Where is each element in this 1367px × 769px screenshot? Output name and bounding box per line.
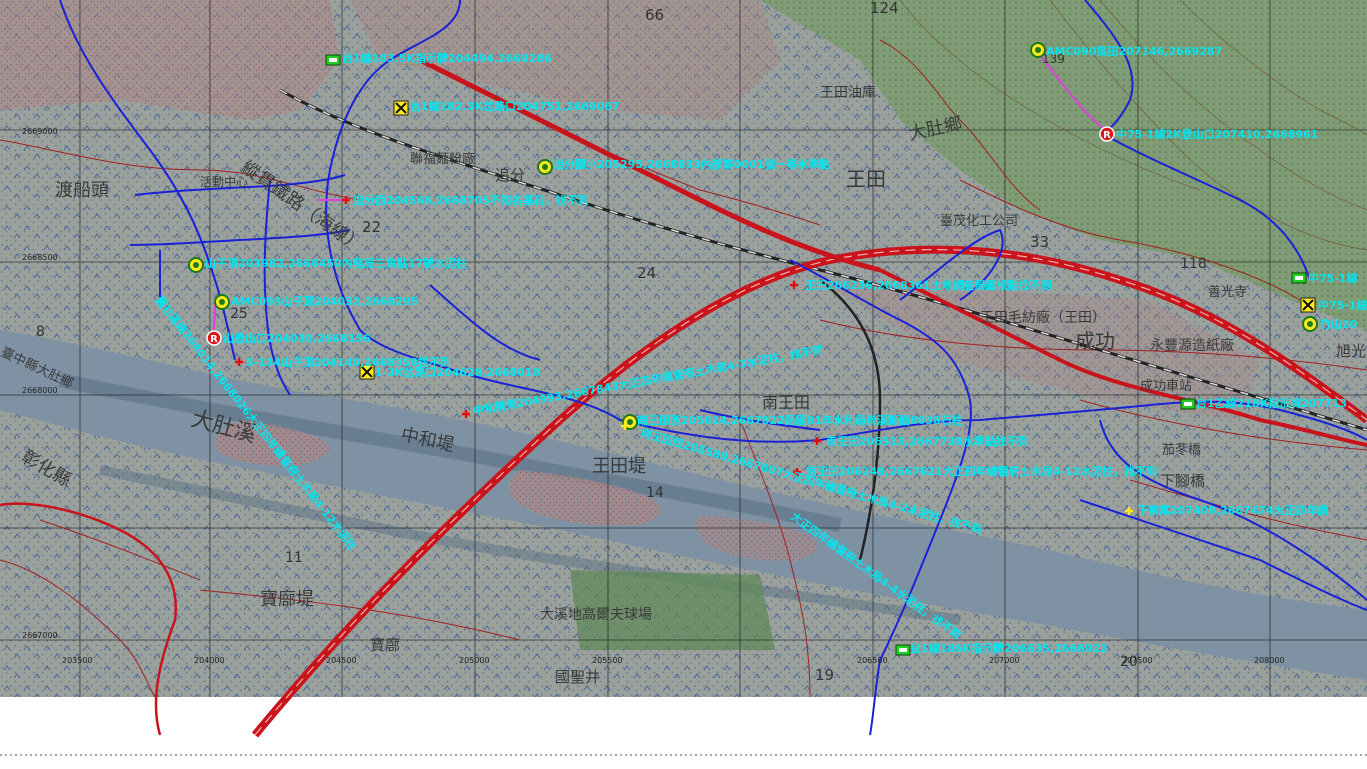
mm-sign-icon[interactable] bbox=[1180, 398, 1196, 410]
waypoint-label[interactable]: 台1線186K指示牌206635,2666922 bbox=[910, 641, 1108, 655]
contour-number: 124 bbox=[870, 0, 899, 17]
place-name: 王田油庫 bbox=[820, 84, 876, 101]
place-name: 茄苳橋 bbox=[1162, 443, 1201, 458]
gps-target-icon[interactable] bbox=[537, 159, 553, 175]
waypoint-label[interactable]: 中75-1線 bbox=[1308, 271, 1358, 285]
place-name: 渡船頭 bbox=[55, 180, 109, 201]
waypoint-label[interactable]: 追分國小205295,2668833內部第0001號一等水準點 bbox=[553, 157, 830, 171]
place-name: 聯福麵粉廠 bbox=[410, 151, 475, 167]
r-circle-icon[interactable]: R bbox=[206, 330, 222, 346]
waypoint-label[interactable]: 1-3K岔路口204628,2668018 bbox=[375, 365, 540, 379]
waypoint-label[interactable]: 下寮寓207409,2667474大正四年總 bbox=[1137, 503, 1329, 517]
svg-text:R: R bbox=[210, 334, 218, 345]
place-name: 成功車站 bbox=[1140, 379, 1192, 394]
place-name: 追分 bbox=[495, 166, 525, 184]
x-junction-icon[interactable] bbox=[393, 100, 409, 116]
place-name: 王田毛紡廠（王田） bbox=[980, 309, 1106, 326]
waypoint-label[interactable]: 追分西204546,2668705不知名基石，找不到 bbox=[353, 193, 589, 207]
waypoint-label[interactable]: 台1乙線218K指示牌207713 bbox=[1196, 396, 1347, 410]
waypoint-label[interactable]: AMC093山子頂204032,2668295 bbox=[231, 294, 418, 308]
waypoint-label[interactable]: 山登山口204030,2668156 bbox=[223, 331, 371, 345]
contour-number: 19 bbox=[815, 666, 834, 684]
grid-label: 203500 bbox=[62, 656, 93, 665]
grid-label: 207000 bbox=[989, 656, 1020, 665]
place-name: 成功 bbox=[1075, 329, 1115, 353]
waypoint-label[interactable]: AMC090吳田207146,2669287 bbox=[1046, 45, 1222, 58]
place-name: 寶廍堤 bbox=[260, 589, 314, 610]
place-name: 王田堤 bbox=[592, 456, 646, 477]
place-name: 下腳橋 bbox=[1160, 472, 1205, 490]
grid-label: 2667000 bbox=[22, 631, 58, 640]
gps-target-icon[interactable] bbox=[1302, 316, 1318, 332]
place-name: 善光寺 bbox=[1208, 284, 1247, 300]
contour-number: 25 bbox=[230, 306, 248, 322]
contour-number: 24 bbox=[637, 264, 656, 282]
waypoint-label[interactable]: 南王田西205614,2667822民國81年水利局烏溪斷面8038石柱 bbox=[637, 413, 963, 427]
contour-number: 66 bbox=[645, 6, 664, 24]
waypoint-label[interactable]: 台1線183.5K指示牌204494,2669286 bbox=[342, 51, 552, 65]
waypoint-label[interactable]: 台1線182.3K岔路口204751,2669067 bbox=[410, 99, 620, 113]
gps-target-icon[interactable] bbox=[188, 257, 204, 273]
grid-label: 205500 bbox=[592, 656, 623, 665]
contour-number: 11 bbox=[285, 550, 303, 566]
place-name: 永豐源造紙廠 bbox=[1150, 337, 1234, 354]
topographic-map[interactable]: 渡船頭 活動中心 聯福麵粉廠 追分 王田 王田油庫 大肚鄉 臺茂化工公司 成功 … bbox=[0, 0, 1367, 769]
mm-sign-icon[interactable] bbox=[895, 644, 911, 656]
contour-number: 14 bbox=[646, 485, 664, 501]
place-name: 國聖井 bbox=[555, 668, 600, 686]
x-junction-icon[interactable] bbox=[1300, 297, 1316, 313]
map-viewport[interactable]: 渡船頭 活動中心 聯福麵粉廠 追分 王田 王田油庫 大肚鄉 臺茂化工公司 成功 … bbox=[0, 0, 1367, 769]
waypoint-label[interactable]: 中75-1線2K登山口207410,2668961 bbox=[1116, 127, 1318, 141]
place-name: 寶廍 bbox=[370, 636, 400, 654]
waypoint-label[interactable]: 竹山20 bbox=[1319, 317, 1358, 331]
waypoint-label[interactable]: 山子頂203982,2668450內務局三角點17號水泥柱 bbox=[205, 256, 467, 270]
contour-number: 22 bbox=[362, 218, 381, 236]
svg-text:R: R bbox=[1103, 130, 1111, 141]
grid-label: 208000 bbox=[1254, 656, 1285, 665]
grid-label: 206500 bbox=[857, 656, 888, 665]
waypoint-label[interactable]: 中75-1線 bbox=[1318, 298, 1367, 312]
gps-target-icon[interactable] bbox=[1030, 42, 1046, 58]
contour-number: 33 bbox=[1030, 233, 1049, 251]
place-name: 旭光 bbox=[1336, 342, 1366, 360]
place-name: 大溪地高爾夫球場 bbox=[540, 606, 652, 623]
mm-sign-icon[interactable] bbox=[325, 54, 341, 66]
place-name: 王田 bbox=[846, 167, 886, 191]
r-circle-icon[interactable]: R bbox=[1099, 126, 1115, 142]
mm-sign-icon[interactable] bbox=[1291, 272, 1307, 284]
grid-label: 207500 bbox=[1122, 656, 1153, 665]
grid-label: 204500 bbox=[326, 656, 357, 665]
contour-number: 118 bbox=[1180, 256, 1207, 272]
grid-label: 204000 bbox=[194, 656, 225, 665]
place-name: 南王田 bbox=[762, 393, 810, 412]
contour-number: 8 bbox=[36, 324, 45, 340]
grid-label: 205000 bbox=[459, 656, 490, 665]
place-name: 臺茂化工公司 bbox=[940, 214, 1018, 229]
grid-label: 2668500 bbox=[22, 253, 58, 262]
waypoint-label[interactable]: 南王田206513,2667738水準點找不到 bbox=[826, 434, 1029, 448]
grid-label: 2668000 bbox=[22, 386, 58, 395]
waypoint-label[interactable]: 南王田206249,2667621大正四年總督府土木局4-12水泥柱，找不到 bbox=[806, 464, 1157, 478]
grid-label: 2669000 bbox=[22, 127, 58, 136]
waypoint-label[interactable]: 王田206236,2668361土地調查局圖根點找不到 bbox=[805, 278, 1052, 292]
gps-target-icon[interactable] bbox=[214, 294, 230, 310]
